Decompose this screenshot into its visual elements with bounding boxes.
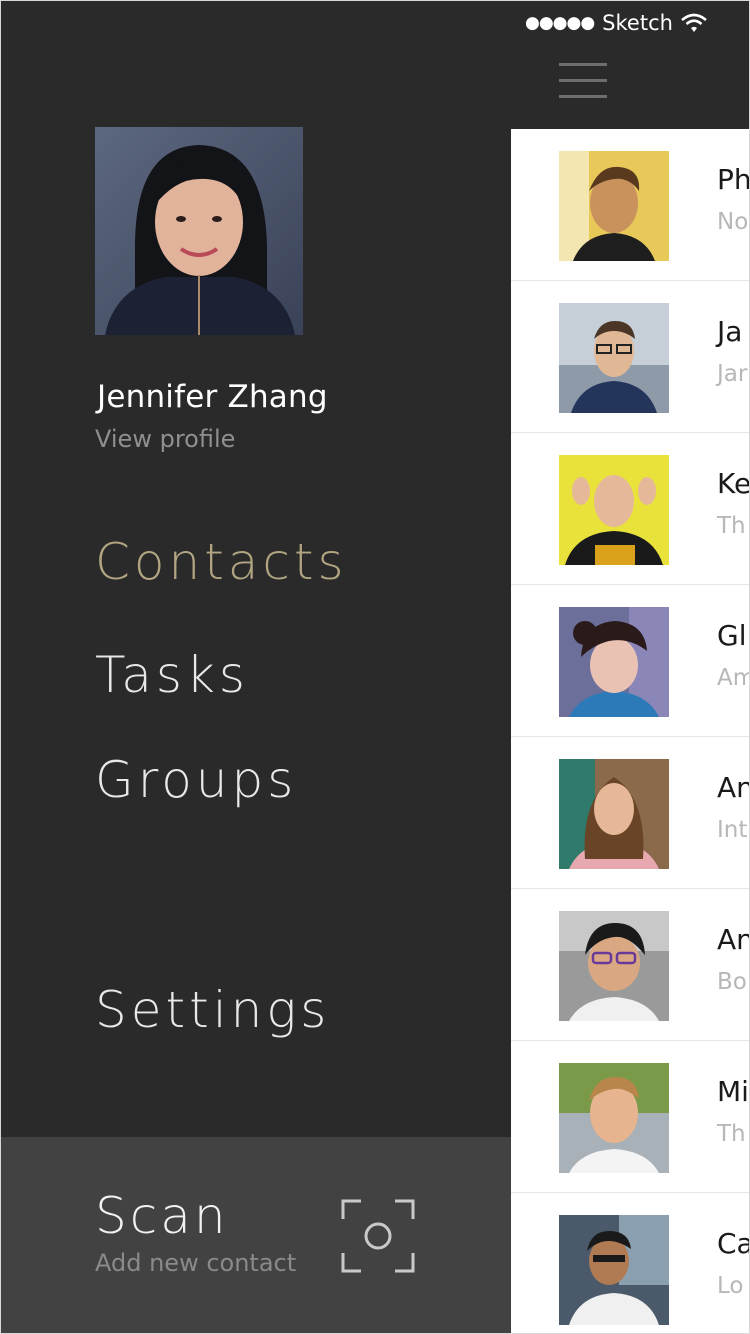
scan-title: Scan [95,1187,229,1245]
contact-subtitle: Bo [717,969,747,995]
contact-photo [559,1215,669,1325]
contact-row[interactable]: Ca Lo [511,1193,749,1333]
signal-strength-icon: ●●●●● [525,13,595,33]
app-frame: Jennifer Zhang View profile Contacts Tas… [0,0,750,1334]
user-name[interactable]: Jennifer Zhang [97,379,328,415]
contact-photo [559,303,669,413]
contact-photo [559,1063,669,1173]
view-profile-link[interactable]: View profile [95,425,235,453]
contact-photo [559,911,669,1021]
contact-list: Ph No Ja Jar Ke Th Gl A A Int A Bo Mi Th… [511,129,749,1333]
contact-name: Ca [717,1227,749,1260]
top-bar: ●●●●● Sketch [511,1,749,129]
contact-name: Ph [717,163,749,196]
contact-name: Ja [717,315,743,348]
contact-subtitle: Th [717,513,746,539]
contact-subtitle: No [717,209,749,235]
contact-photo [559,455,669,565]
contact-subtitle: Th [717,1121,746,1147]
scan-button[interactable]: Scan Add new contact [1,1137,511,1333]
scan-camera-icon [341,1199,415,1273]
contact-subtitle: Jar [717,361,748,387]
status-bar: ●●●●● Sketch [525,9,707,37]
contact-row[interactable]: Ja Jar [511,281,749,433]
contact-photo [559,607,669,717]
carrier-name: Sketch [602,11,673,35]
contact-row[interactable]: Ke Th [511,433,749,585]
contact-subtitle: Lo [717,1273,744,1299]
contact-name: An [717,771,749,804]
navigation-drawer: Jennifer Zhang View profile Contacts Tas… [1,1,511,1333]
user-avatar[interactable] [95,127,303,335]
scan-subtitle: Add new contact [95,1249,297,1277]
wifi-icon [681,13,707,33]
menu-item-contacts[interactable]: Contacts [95,533,348,591]
contact-name: Ke [717,467,749,500]
contact-photo [559,151,669,261]
contact-row[interactable]: An Bo [511,889,749,1041]
contact-photo [559,759,669,869]
menu-item-tasks[interactable]: Tasks [95,646,249,704]
contact-name: Mi [717,1075,749,1108]
contact-name: An [717,923,749,956]
hamburger-icon[interactable] [559,63,609,98]
contact-row[interactable]: Mi Th [511,1041,749,1193]
contact-row[interactable]: Gl Am [511,585,749,737]
menu-item-groups[interactable]: Groups [95,751,297,809]
contact-subtitle: Am [717,665,749,691]
contact-subtitle: Int [717,817,748,843]
contact-name: Gl [717,619,747,652]
menu-item-settings[interactable]: Settings [95,981,330,1039]
contact-row[interactable]: An Int [511,737,749,889]
contact-row[interactable]: Ph No [511,129,749,281]
contacts-screen: ●●●●● Sketch Ph No Ja Jar Ke Th Gl A A I… [511,1,749,1333]
